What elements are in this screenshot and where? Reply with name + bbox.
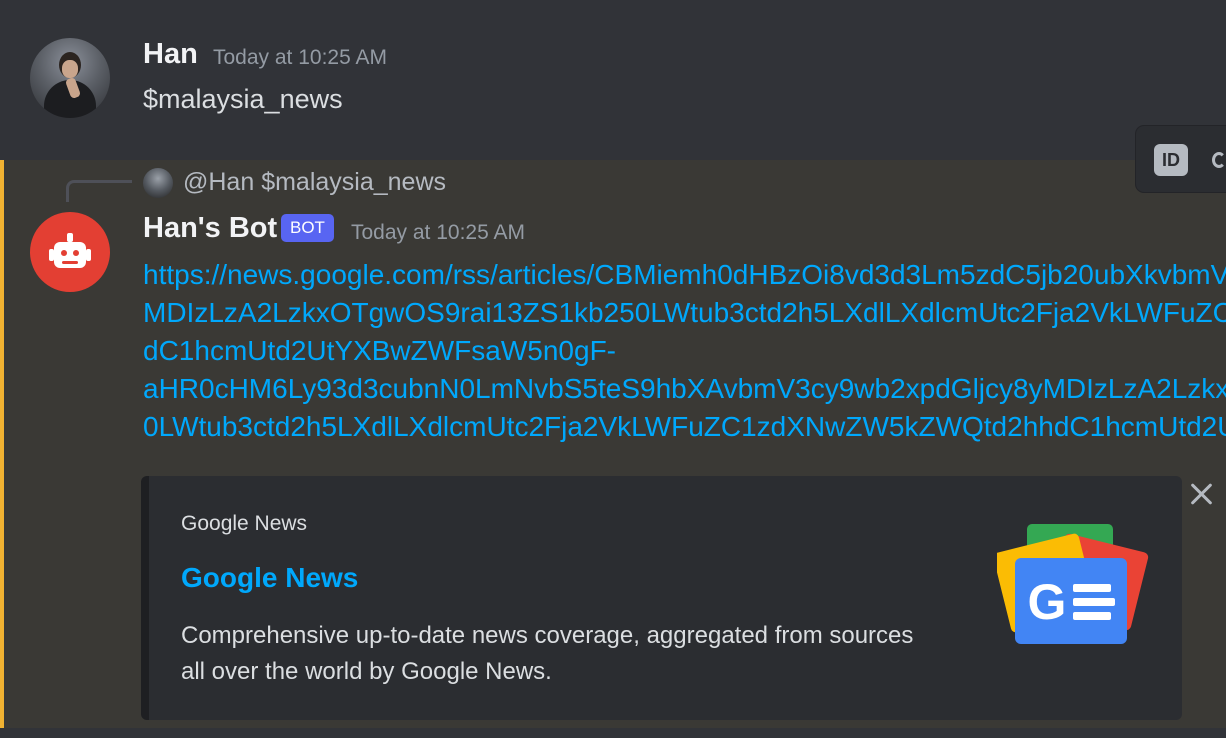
- reply-preview[interactable]: @Han $malaysia_news: [183, 168, 446, 197]
- message-toolbar: ID: [1136, 126, 1226, 192]
- embed-title[interactable]: Google News: [181, 562, 358, 594]
- reply-content: $malaysia_news: [261, 168, 447, 196]
- bot-timestamp: Today at 10:25 AM: [351, 221, 525, 244]
- link-line[interactable]: dC1hcmUtd2UtYXBwZWFsaW5n0gF-: [143, 332, 1226, 370]
- google-news-logo-icon: G: [997, 524, 1149, 644]
- user-username[interactable]: Han: [143, 38, 198, 71]
- link-line[interactable]: 0LWtub3ctd2h5LXdlLXdlcmUtc2Fja2VkLWFuZC1…: [143, 408, 1226, 446]
- remove-embed-close-icon[interactable]: [1188, 480, 1216, 508]
- user-message-content: $malaysia_news: [143, 84, 343, 114]
- robot-icon: [67, 233, 73, 242]
- embed-description: Comprehensive up-to-date news coverage, …: [181, 622, 914, 685]
- more-actions-icon[interactable]: [1212, 152, 1226, 168]
- message-user: Han Today at 10:25 AM $malaysia_news: [0, 0, 1226, 160]
- link-line[interactable]: https://news.google.com/rss/articles/CBM…: [143, 256, 1226, 294]
- link-line[interactable]: aHR0cHM6Ly93d3cubnN0LmNvbS5teS9hbXAvbmV3…: [143, 370, 1226, 408]
- article-link[interactable]: https://news.google.com/rss/articles/CBM…: [143, 256, 1226, 446]
- bot-tag: BOT: [281, 214, 334, 242]
- embed-provider[interactable]: Google News: [181, 512, 307, 536]
- user-avatar[interactable]: [30, 38, 110, 118]
- bot-avatar[interactable]: [30, 212, 110, 292]
- link-embed-card: Google News Google News Comprehensive up…: [141, 476, 1182, 720]
- copy-id-icon[interactable]: ID: [1154, 144, 1188, 176]
- reply-avatar: [143, 168, 173, 198]
- user-timestamp: Today at 10:25 AM: [213, 46, 387, 69]
- reply-mention[interactable]: @Han: [183, 168, 254, 196]
- reply-spine: [66, 180, 132, 202]
- bot-username[interactable]: Han's Bot: [143, 212, 277, 245]
- link-line[interactable]: MDIzLzA2LzkxOTgwOS9rai13ZS1kb250LWtub3ct…: [143, 294, 1226, 332]
- logo-letter: G: [1028, 574, 1067, 630]
